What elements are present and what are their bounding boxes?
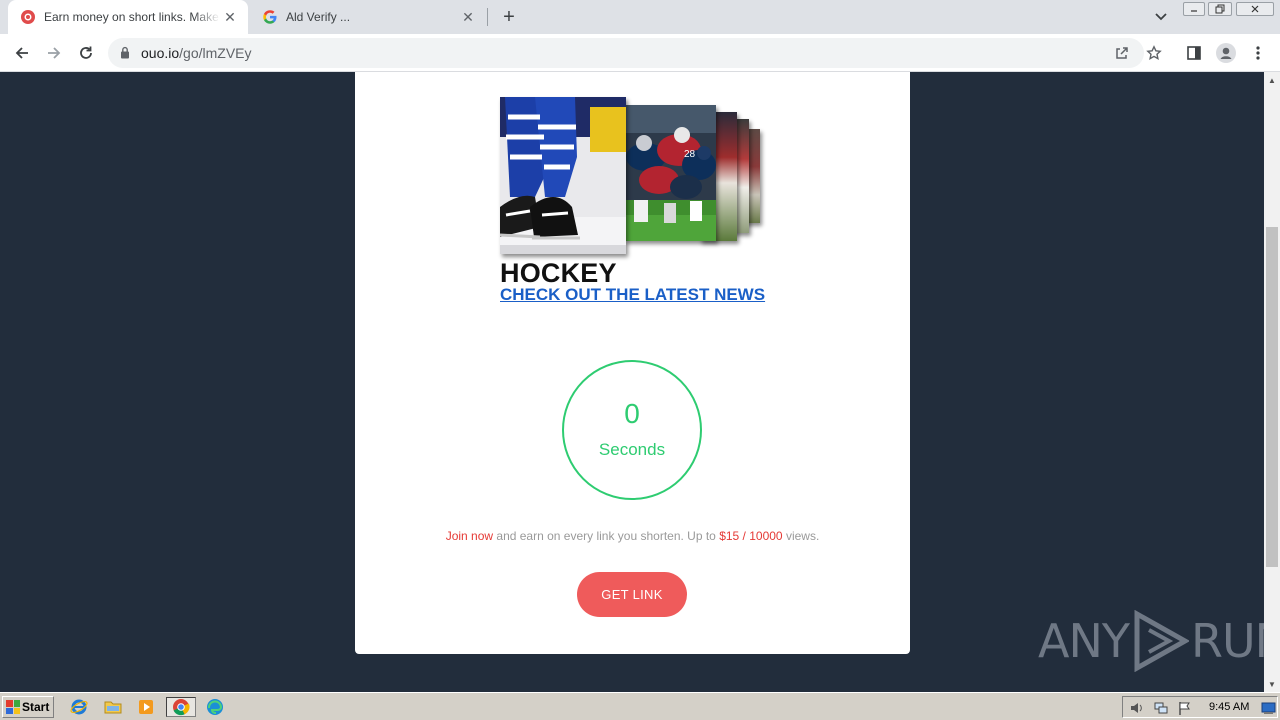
- action-center-flag-icon[interactable]: [1177, 700, 1193, 716]
- chrome-icon: [173, 699, 190, 716]
- tab-ouo[interactable]: Earn money on short links. Make sho ✕: [8, 0, 248, 34]
- tab-separator: [487, 8, 488, 26]
- scroll-down-arrow-icon[interactable]: ▼: [1264, 676, 1280, 692]
- scroll-up-arrow-icon[interactable]: ▲: [1264, 72, 1280, 88]
- kebab-menu-icon: [1256, 46, 1260, 60]
- ad-photo-hockey: [500, 97, 626, 254]
- url-path: /go/lmZVEy: [179, 45, 252, 61]
- bookmark-button[interactable]: [1142, 41, 1166, 65]
- page-viewport: 28 HOCKEY CHECK OUT THE LATEST NEWS 0 Se…: [0, 72, 1264, 692]
- countdown-timer: 0 Seconds: [562, 360, 702, 500]
- join-now-link[interactable]: Join now: [446, 529, 493, 543]
- minimize-button[interactable]: [1183, 2, 1205, 16]
- back-button[interactable]: [10, 41, 34, 65]
- ad-image-gallery[interactable]: 28: [500, 97, 765, 257]
- minimize-icon: [1191, 10, 1197, 12]
- ad-news-link[interactable]: CHECK OUT THE LATEST NEWS: [500, 285, 765, 305]
- forward-arrow-icon: [48, 47, 61, 59]
- hockey-player-skates-image: [500, 97, 626, 254]
- tab-ald-verify[interactable]: Ald Verify ... ✕: [250, 0, 486, 34]
- countdown-value: 0: [624, 398, 640, 429]
- side-panel-icon: [1187, 46, 1201, 60]
- tab-search-chevron-icon[interactable]: [1151, 8, 1171, 26]
- promo-rate: $15 / 10000: [719, 529, 783, 543]
- promo-text: Join now and earn on every link you shor…: [355, 529, 910, 543]
- address-bar[interactable]: ouo.io/go/lmZVEy: [108, 38, 1144, 68]
- share-icon: [1116, 47, 1128, 59]
- football-players-image: 28: [624, 105, 716, 241]
- reload-button[interactable]: [74, 41, 98, 65]
- countdown-label: Seconds: [598, 440, 666, 459]
- profile-button[interactable]: [1214, 41, 1238, 65]
- google-favicon-icon: [263, 10, 277, 24]
- menu-button[interactable]: [1246, 41, 1270, 65]
- tab-strip: Earn money on short links. Make sho ✕ Al…: [0, 0, 1280, 34]
- tab-title: Earn money on short links. Make sho: [44, 10, 220, 24]
- profile-avatar-icon: [1216, 43, 1236, 63]
- edge-launch-button[interactable]: [204, 697, 226, 717]
- new-tab-button[interactable]: +: [498, 6, 520, 28]
- edge-icon: [207, 699, 223, 715]
- volume-icon[interactable]: [1129, 700, 1145, 716]
- network-icon[interactable]: [1153, 700, 1169, 716]
- svg-text:28: 28: [684, 149, 696, 160]
- close-window-button[interactable]: [1236, 2, 1274, 16]
- start-button[interactable]: Start: [2, 696, 54, 718]
- tab-close-icon[interactable]: ✕: [458, 7, 478, 27]
- windows-logo-icon: [6, 700, 20, 714]
- star-icon: [1146, 45, 1162, 60]
- media-player-launch-button[interactable]: [135, 697, 157, 717]
- system-tray: 9:45 AM: [1122, 696, 1278, 718]
- side-panel-button[interactable]: [1182, 41, 1206, 65]
- explorer-launch-button[interactable]: [102, 697, 124, 717]
- share-button[interactable]: [1110, 41, 1134, 65]
- lock-icon: [121, 46, 129, 59]
- chrome-taskbar-button[interactable]: [166, 697, 196, 717]
- ie-launch-button[interactable]: [68, 697, 90, 717]
- back-arrow-icon: [15, 47, 28, 59]
- media-player-icon: [139, 700, 153, 714]
- content-card: 28 HOCKEY CHECK OUT THE LATEST NEWS 0 Se…: [355, 72, 910, 654]
- tab-close-icon[interactable]: ✕: [220, 7, 240, 27]
- page-scrollbar[interactable]: ▲ ▼: [1264, 72, 1280, 692]
- get-link-button[interactable]: GET LINK: [577, 572, 687, 617]
- restore-button[interactable]: [1208, 2, 1232, 16]
- scroll-thumb[interactable]: [1266, 227, 1278, 567]
- promo-end-text: views.: [782, 529, 820, 543]
- forward-button[interactable]: [42, 41, 66, 65]
- ouo-favicon-icon: [21, 10, 35, 24]
- promo-middle-text: and earn on every link you shorten. Up t…: [493, 529, 720, 543]
- start-label: Start: [22, 700, 50, 714]
- taskbar-clock[interactable]: 9:45 AM: [1209, 701, 1249, 713]
- browser-toolbar: ouo.io/go/lmZVEy: [0, 34, 1280, 72]
- restore-icon: [1215, 4, 1225, 14]
- ad-photo-football: 28: [624, 105, 716, 241]
- folder-icon: [104, 701, 122, 714]
- watermark-right-text: RUN: [1190, 614, 1264, 668]
- url-host: ouo.io: [141, 45, 180, 61]
- windows-taskbar: Start 9:45 AM: [0, 692, 1280, 720]
- tab-title: Ald Verify ...: [286, 10, 351, 24]
- show-desktop-icon[interactable]: [1261, 700, 1277, 716]
- watermark-left-text: ANY: [1038, 614, 1130, 668]
- ie-icon: [70, 699, 88, 715]
- anyrun-watermark: ANY RUN: [1038, 609, 1264, 673]
- reload-icon: [80, 46, 92, 59]
- play-triangle-icon: [1134, 610, 1189, 672]
- url-text: ouo.io/go/lmZVEy: [141, 45, 252, 61]
- close-window-icon: [1251, 5, 1259, 13]
